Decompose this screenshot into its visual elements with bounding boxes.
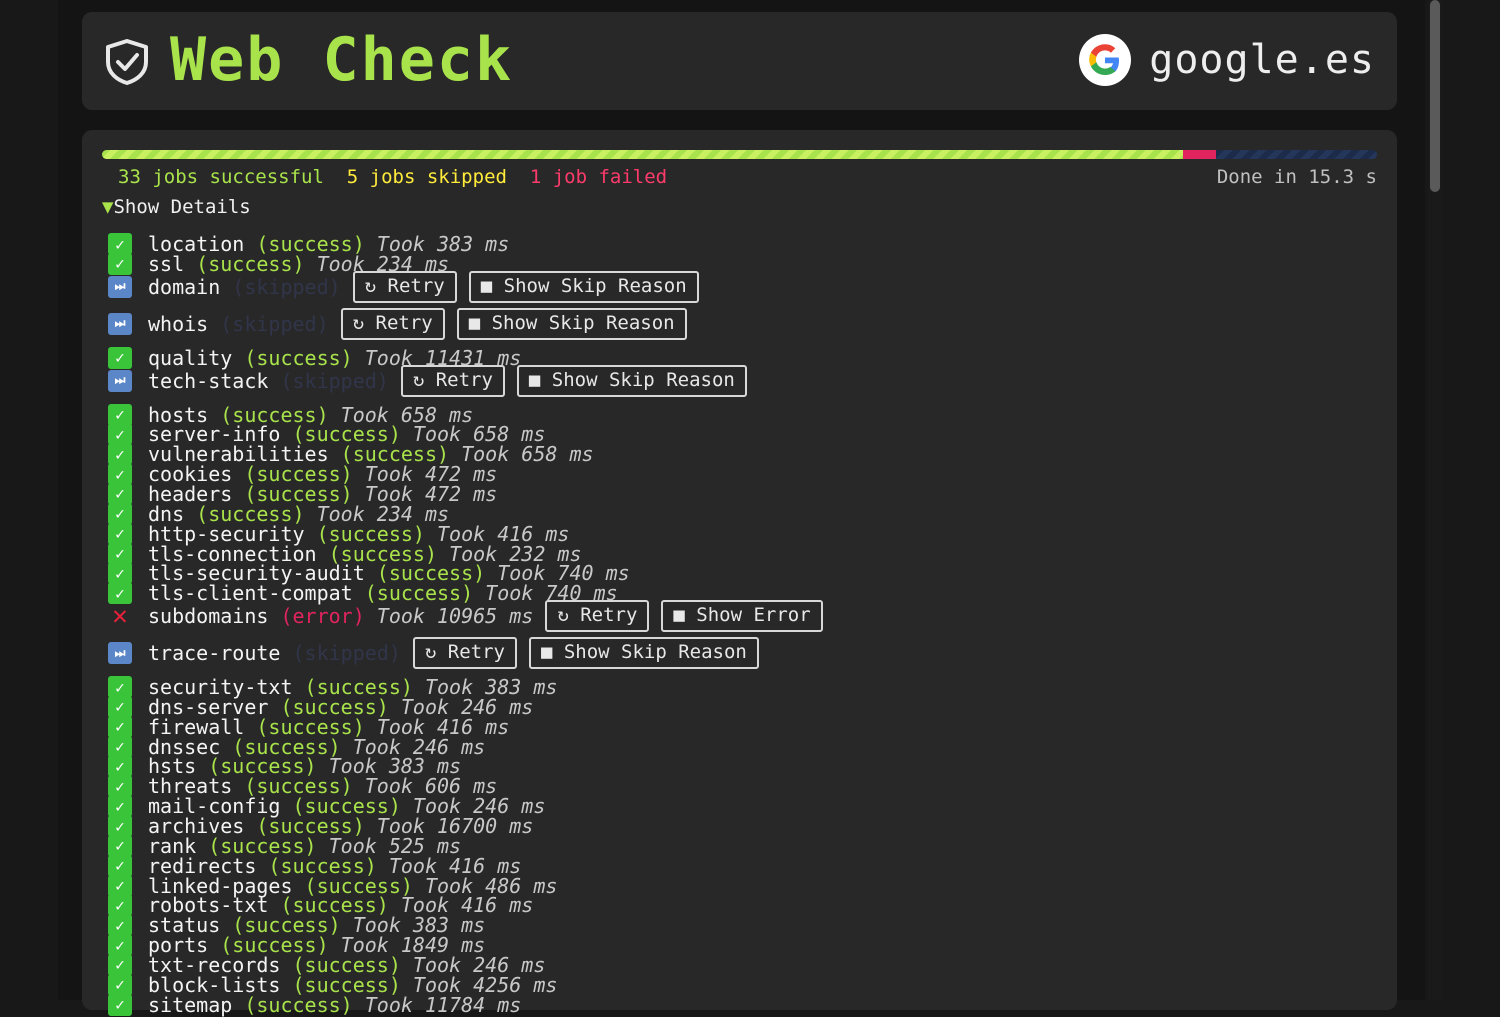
scroll-thumb[interactable] (1430, 0, 1440, 192)
progress-failed-segment (1183, 150, 1217, 159)
site-info: google.es (1079, 34, 1375, 86)
check-mark-icon: ✓ (108, 346, 132, 369)
check-mark-icon: ✓ (108, 993, 132, 1016)
job-status: (success) (232, 345, 353, 370)
triangle-down-icon: ▼ (102, 196, 114, 218)
progress-remaining-segment (1216, 150, 1377, 159)
app-title: Web Check (170, 25, 514, 95)
job-summary: 33 jobs successful 5 jobs skipped 1 job … (118, 166, 667, 188)
job-name: whois (148, 311, 209, 336)
summary-successful: 33 jobs successful (118, 166, 324, 188)
job-duration: Took 10965 ms (364, 604, 534, 629)
job-duration: Took 11784 ms (352, 992, 522, 1017)
progress-success-segment (102, 150, 1184, 159)
show-details-label: Show Details (113, 196, 251, 218)
skip-icon: ⏭ (108, 312, 132, 335)
job-status: (skipped) (280, 641, 401, 666)
skip-icon: ⏭ (108, 642, 132, 665)
site-domain: google.es (1149, 37, 1375, 83)
job-row-trace-route: ⏭ trace-route (skipped) ↻ Retry ■ Show Skip… (108, 637, 759, 670)
job-name: tls-client-compat (148, 581, 353, 606)
job-row-domain: ⏭ domain (skipped) ↻ Retry ■ Show Skip Reas… (108, 270, 699, 303)
job-status: (error) (268, 604, 365, 629)
summary-failed: 1 job failed (529, 166, 668, 188)
job-status: (success) (232, 992, 353, 1017)
job-name: tech-stack (148, 368, 269, 393)
show-skip-reason-button[interactable]: ■ Show Skip Reason (456, 307, 687, 340)
show-skip-reason-button[interactable]: ■ Show Skip Reason (468, 270, 699, 303)
retry-button[interactable]: ↻ Retry (400, 364, 505, 397)
skip-icon: ⏭ (108, 369, 132, 392)
job-name: quality (148, 345, 233, 370)
job-status: (skipped) (268, 368, 389, 393)
scrollbar[interactable] (1428, 0, 1442, 1000)
done-time: Done in 15.3 s (1216, 166, 1377, 188)
skip-icon: ⏭ (108, 275, 132, 298)
retry-button[interactable]: ↻ Retry (340, 307, 445, 340)
retry-button[interactable]: ↻ Retry (412, 637, 517, 670)
job-name: domain (148, 274, 221, 299)
job-row-whois: ⏭ whois (skipped) ↻ Retry ■ Show Skip Reaso… (108, 307, 687, 340)
job-row-subdomains: ✕ subdomains (error) Took 10965 ms ↻ Retry… (108, 600, 823, 633)
show-details-toggle[interactable]: ▼Show Details (102, 196, 251, 218)
progress-bar (102, 150, 1377, 159)
cross-icon: ✕ (112, 601, 128, 632)
job-status: (skipped) (220, 274, 341, 299)
job-status: (success) (352, 581, 474, 606)
check-mark-icon: ✓ (108, 252, 132, 275)
job-name: trace-route (148, 641, 281, 666)
job-status: (success) (184, 251, 305, 276)
job-row-tls-client-compat: ✓ tls-client-compat (success) Took 740 ms (108, 581, 618, 605)
results-panel: 33 jobs successful 5 jobs skipped 1 job … (82, 130, 1397, 1017)
summary-skipped: 5 jobs skipped (346, 166, 507, 188)
show-skip-reason-button[interactable]: ■ Show Skip Reason (516, 364, 747, 397)
google-logo-icon (1079, 34, 1132, 86)
header-card: Web Check google.es (82, 12, 1397, 110)
shield-check-icon (106, 39, 148, 85)
job-name: ssl (148, 251, 185, 276)
job-status: (skipped) (208, 311, 329, 336)
show-skip-reason-button[interactable]: ■ Show Skip Reason (528, 637, 759, 670)
show-error-button[interactable]: ■ Show Error (661, 600, 823, 633)
retry-button[interactable]: ↻ Retry (545, 600, 650, 633)
retry-button[interactable]: ↻ Retry (352, 270, 457, 303)
job-row-tech-stack: ⏭ tech-stack (skipped) ↻ Retry ■ Show Skip … (108, 364, 747, 397)
job-name: sitemap (148, 992, 233, 1017)
job-row-sitemap: ✓ sitemap (success) Took 11784 ms (108, 993, 521, 1017)
job-name: subdomains (148, 604, 269, 629)
